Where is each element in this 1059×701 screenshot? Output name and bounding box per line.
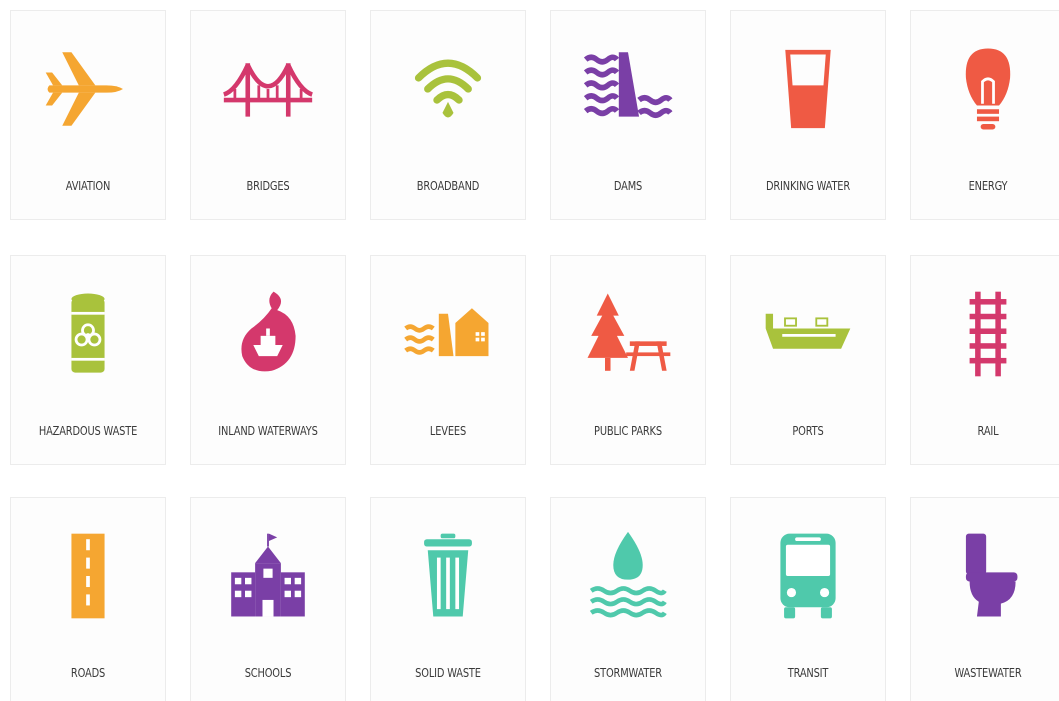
tile-label: BROADBAND <box>416 179 480 193</box>
cargo-ship-icon <box>731 286 885 381</box>
tile-label: PORTS <box>792 424 824 438</box>
tile-wastewater[interactable]: WASTEWATER <box>910 497 1059 701</box>
biohazard-barrel-icon <box>11 286 165 381</box>
dam-icon <box>551 41 705 136</box>
tile-label: INLAND WATERWAYS <box>218 424 318 438</box>
tile-label: HAZARDOUS WASTE <box>38 424 138 438</box>
school-icon <box>191 528 345 623</box>
bus-icon <box>731 528 885 623</box>
tile-label: AVIATION <box>65 179 111 193</box>
tile-solid-waste[interactable]: SOLID WASTE <box>370 497 526 701</box>
tile-drinking-water[interactable]: DRINKING WATER <box>730 10 886 220</box>
airplane-icon <box>11 41 165 136</box>
tile-label: BRIDGES <box>246 179 290 193</box>
ship-icon <box>191 286 345 381</box>
wifi-icon <box>371 41 525 136</box>
tile-hazardous-waste[interactable]: HAZARDOUS WASTE <box>10 255 166 465</box>
tile-roads[interactable]: ROADS <box>10 497 166 701</box>
lightbulb-icon <box>911 41 1059 136</box>
tile-label: DAMS <box>613 179 643 193</box>
tile-public-parks[interactable]: PUBLIC PARKS <box>550 255 706 465</box>
tile-stormwater[interactable]: STORMWATER <box>550 497 706 701</box>
tile-label: WASTEWATER <box>954 666 1022 680</box>
tile-energy[interactable]: ENERGY <box>910 10 1059 220</box>
rail-track-icon <box>911 286 1059 381</box>
tile-aviation[interactable]: AVIATION <box>10 10 166 220</box>
tile-label: PUBLIC PARKS <box>594 424 662 438</box>
water-drop-icon <box>551 528 705 623</box>
tile-ports[interactable]: PORTS <box>730 255 886 465</box>
tile-levees[interactable]: LEVEES <box>370 255 526 465</box>
tile-label: ROADS <box>70 666 106 680</box>
park-icon <box>551 286 705 381</box>
tile-dams[interactable]: DAMS <box>550 10 706 220</box>
tile-label: ENERGY <box>968 179 1008 193</box>
tile-label: STORMWATER <box>594 666 662 680</box>
tile-label: TRANSIT <box>787 666 829 680</box>
tile-rail[interactable]: RAIL <box>910 255 1059 465</box>
infrastructure-category-grid: AVIATION BRIDGES BROADBAND DAMS DRINKING… <box>0 0 1059 701</box>
levee-icon <box>371 286 525 381</box>
tile-label: DRINKING WATER <box>765 179 851 193</box>
tile-label: SOLID WASTE <box>415 666 481 680</box>
tile-schools[interactable]: SCHOOLS <box>190 497 346 701</box>
toilet-icon <box>911 528 1059 623</box>
trash-can-icon <box>371 528 525 623</box>
tile-broadband[interactable]: BROADBAND <box>370 10 526 220</box>
bridge-icon <box>191 41 345 136</box>
tile-label: RAIL <box>977 424 999 438</box>
tile-transit[interactable]: TRANSIT <box>730 497 886 701</box>
tile-label: SCHOOLS <box>244 666 292 680</box>
tile-bridges[interactable]: BRIDGES <box>190 10 346 220</box>
road-icon <box>11 528 165 623</box>
tile-inland-waterways[interactable]: INLAND WATERWAYS <box>190 255 346 465</box>
tile-label: LEVEES <box>429 424 467 438</box>
water-glass-icon <box>731 41 885 136</box>
